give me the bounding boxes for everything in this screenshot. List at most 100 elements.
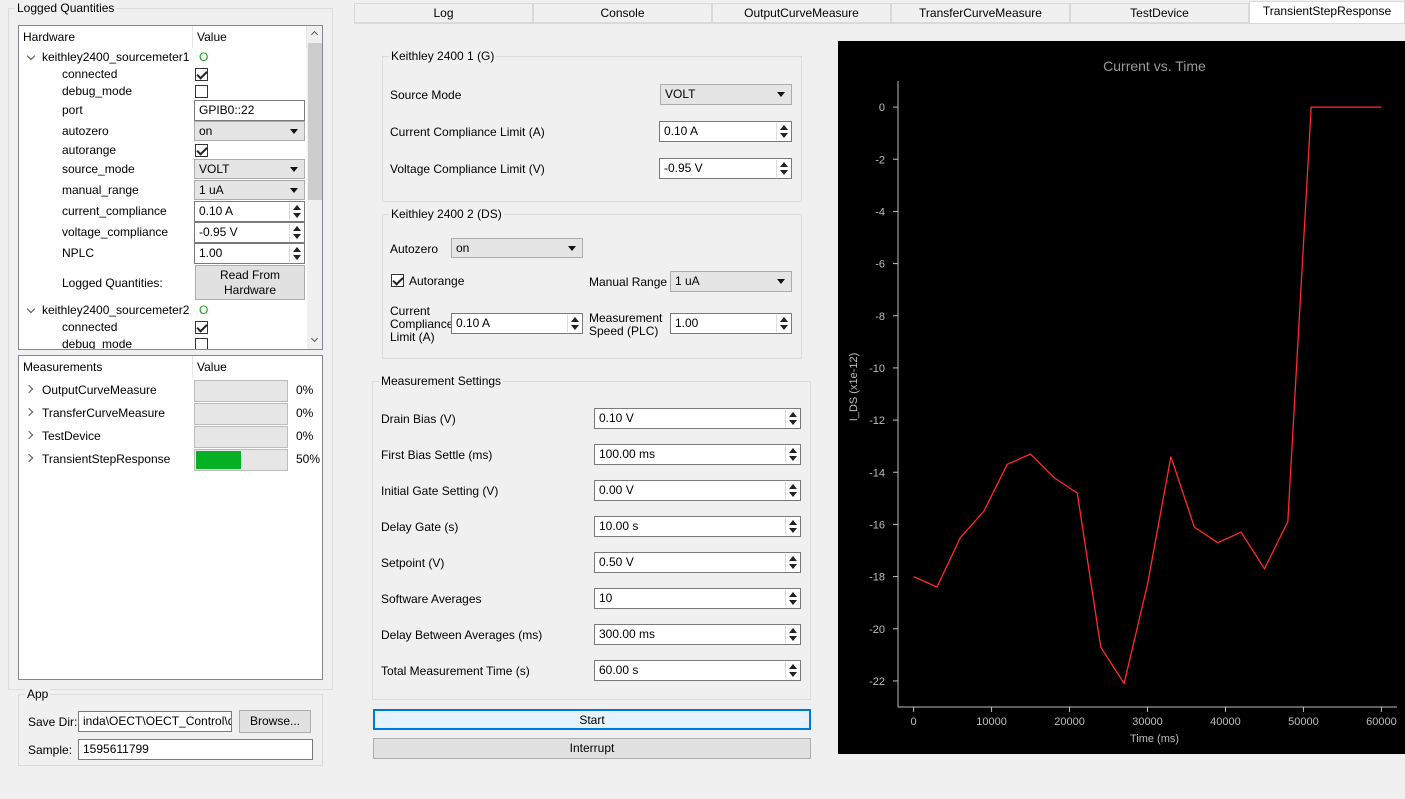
- spinner-icon[interactable]: [785, 554, 799, 571]
- setting-field[interactable]: 0.10 V: [594, 408, 801, 429]
- setting-field[interactable]: 300.00 ms: [594, 624, 801, 645]
- hw1-autorange-checkbox[interactable]: [195, 144, 208, 157]
- setting-label: First Bias Settle (ms): [381, 448, 493, 462]
- sample-field[interactable]: 1595611799: [78, 739, 313, 760]
- k1-source-mode-label: Source Mode: [390, 88, 462, 102]
- interrupt-button[interactable]: Interrupt: [373, 738, 811, 759]
- hw1-autozero-select[interactable]: on: [194, 121, 305, 141]
- hw1-debug-label: debug_mode: [62, 84, 133, 98]
- measurement-percent: 50%: [296, 452, 321, 466]
- y-tick-label: -14: [869, 467, 885, 479]
- spinner-icon[interactable]: [785, 626, 799, 643]
- spinner-icon[interactable]: [785, 662, 799, 679]
- spinner-icon[interactable]: [776, 123, 790, 140]
- k2-cc-value: 0.10 A: [456, 316, 491, 330]
- hw1-port-label: port: [62, 103, 83, 117]
- read-from-hardware-button[interactable]: Read From Hardware: [195, 265, 305, 300]
- hw2-debug-checkbox[interactable]: [195, 338, 208, 349]
- tab-transfercurvemeasure[interactable]: TransferCurveMeasure: [891, 3, 1070, 23]
- hardware-tree-scrollbar[interactable]: [307, 26, 322, 349]
- spinner-icon[interactable]: [785, 410, 799, 427]
- spinner-icon[interactable]: [785, 446, 799, 463]
- tree-header-value[interactable]: Value: [193, 26, 307, 48]
- measurement-name[interactable]: OutputCurveMeasure: [42, 380, 157, 400]
- hw1-nplc-value: 1.00: [199, 246, 223, 260]
- measurements-header-name[interactable]: Measurements: [19, 356, 193, 378]
- tab-transientstepresponse[interactable]: TransientStepResponse: [1249, 1, 1405, 23]
- hw1-voltage-compliance-field[interactable]: -0.95 V: [194, 222, 305, 243]
- y-tick-label: -2: [875, 154, 885, 166]
- hw1-port-field[interactable]: GPIB0::22: [194, 100, 305, 121]
- setting-field[interactable]: 10: [594, 588, 801, 609]
- expand-hw1-icon[interactable]: [26, 51, 36, 61]
- spinner-icon[interactable]: [776, 160, 790, 177]
- measurement-name[interactable]: TestDevice: [42, 426, 101, 446]
- hw1-current-compliance-field[interactable]: 0.10 A: [194, 201, 305, 222]
- tree-header-hardware[interactable]: Hardware: [19, 26, 193, 48]
- k2-autorange-checkbox[interactable]: [391, 274, 404, 287]
- hw1-autorange-label: autorange: [62, 143, 117, 157]
- expand-hw2-icon[interactable]: [26, 304, 36, 314]
- setting-field[interactable]: 60.00 s: [594, 660, 801, 681]
- setting-field[interactable]: 10.00 s: [594, 516, 801, 537]
- k1-current-limit-field[interactable]: 0.10 A: [659, 121, 792, 142]
- browse-button[interactable]: Browse...: [239, 710, 311, 733]
- hw1-nplc-field[interactable]: 1.00: [194, 243, 305, 264]
- spinner-icon[interactable]: [289, 245, 303, 262]
- k2-cc-field[interactable]: 0.10 A: [451, 313, 583, 334]
- x-tick-label: 0: [911, 716, 917, 728]
- spinner-icon[interactable]: [785, 518, 799, 535]
- chevron-down-icon: [568, 246, 576, 251]
- expand-measurement-icon[interactable]: [24, 407, 34, 417]
- scroll-down-icon[interactable]: [310, 334, 319, 343]
- spinner-icon[interactable]: [785, 482, 799, 499]
- measurement-name[interactable]: TransferCurveMeasure: [42, 403, 165, 423]
- tab-log[interactable]: Log: [354, 3, 533, 23]
- scrollbar-thumb[interactable]: [308, 43, 322, 200]
- read-btn-line1: Read From: [219, 268, 281, 282]
- k2-autorange-label[interactable]: Autorange: [409, 274, 464, 288]
- expand-measurement-icon[interactable]: [24, 453, 34, 463]
- hw2-connected-checkbox[interactable]: [195, 321, 208, 334]
- hw1-debug-checkbox[interactable]: [195, 85, 208, 98]
- setting-value: 300.00 ms: [599, 627, 656, 641]
- expand-measurement-icon[interactable]: [24, 430, 34, 440]
- k2-manual-range-select[interactable]: 1 uA: [670, 271, 792, 292]
- k1-voltage-limit-field[interactable]: -0.95 V: [659, 158, 792, 179]
- setting-label: Delay Gate (s): [381, 520, 459, 534]
- k2-ms-value: 1.00: [675, 316, 699, 330]
- setting-field[interactable]: 0.00 V: [594, 480, 801, 501]
- k2-ms-label-2: Speed (PLC): [589, 324, 659, 338]
- k1-voltage-limit-label: Voltage Compliance Limit (V): [390, 162, 545, 176]
- spinner-icon[interactable]: [776, 315, 790, 332]
- y-axis-label: I_DS (x1e-12): [848, 353, 860, 421]
- k2-autozero-value: on: [456, 241, 470, 255]
- setting-field[interactable]: 0.50 V: [594, 552, 801, 573]
- spinner-icon[interactable]: [567, 315, 581, 332]
- setting-value: 10.00 s: [599, 519, 639, 533]
- start-button[interactable]: Start: [373, 709, 811, 730]
- tab-outputcurvemeasure[interactable]: OutputCurveMeasure: [712, 3, 891, 23]
- tab-testdevice[interactable]: TestDevice: [1070, 3, 1249, 23]
- save-dir-field[interactable]: inda\OECT\OECT_Control\data: [78, 711, 232, 732]
- k2-autozero-select[interactable]: on: [451, 238, 583, 258]
- scroll-up-icon[interactable]: [310, 30, 319, 39]
- measurement-name[interactable]: TransientStepResponse: [42, 449, 170, 469]
- measurements-header-value[interactable]: Value: [193, 356, 322, 378]
- hw1-connected-checkbox[interactable]: [195, 68, 208, 81]
- setting-field[interactable]: 100.00 ms: [594, 444, 801, 465]
- spinner-icon[interactable]: [289, 203, 303, 220]
- k2-ms-field[interactable]: 1.00: [670, 313, 792, 334]
- spinner-icon[interactable]: [785, 590, 799, 607]
- current-vs-time-chart[interactable]: Current vs. Time 0 -2 -4 -6 -8 -10 -12 -14 -16 -18…: [838, 41, 1405, 754]
- tab-console[interactable]: Console: [533, 3, 712, 23]
- hw1-nplc-label: NPLC: [62, 246, 95, 260]
- hw1-source-mode-select[interactable]: VOLT: [194, 159, 305, 179]
- hw1-manual-range-select[interactable]: 1 uA: [194, 180, 305, 200]
- setting-label: Drain Bias (V): [381, 412, 456, 426]
- spinner-icon[interactable]: [289, 224, 303, 241]
- k1-source-mode-select[interactable]: VOLT: [660, 84, 792, 105]
- expand-measurement-icon[interactable]: [24, 384, 34, 394]
- k2-cc-label: Current Compliance Limit (A): [390, 305, 453, 344]
- plot-panel[interactable]: Current vs. Time 0 -2 -4 -6 -8 -10 -12 -14 -16 -18…: [838, 41, 1405, 754]
